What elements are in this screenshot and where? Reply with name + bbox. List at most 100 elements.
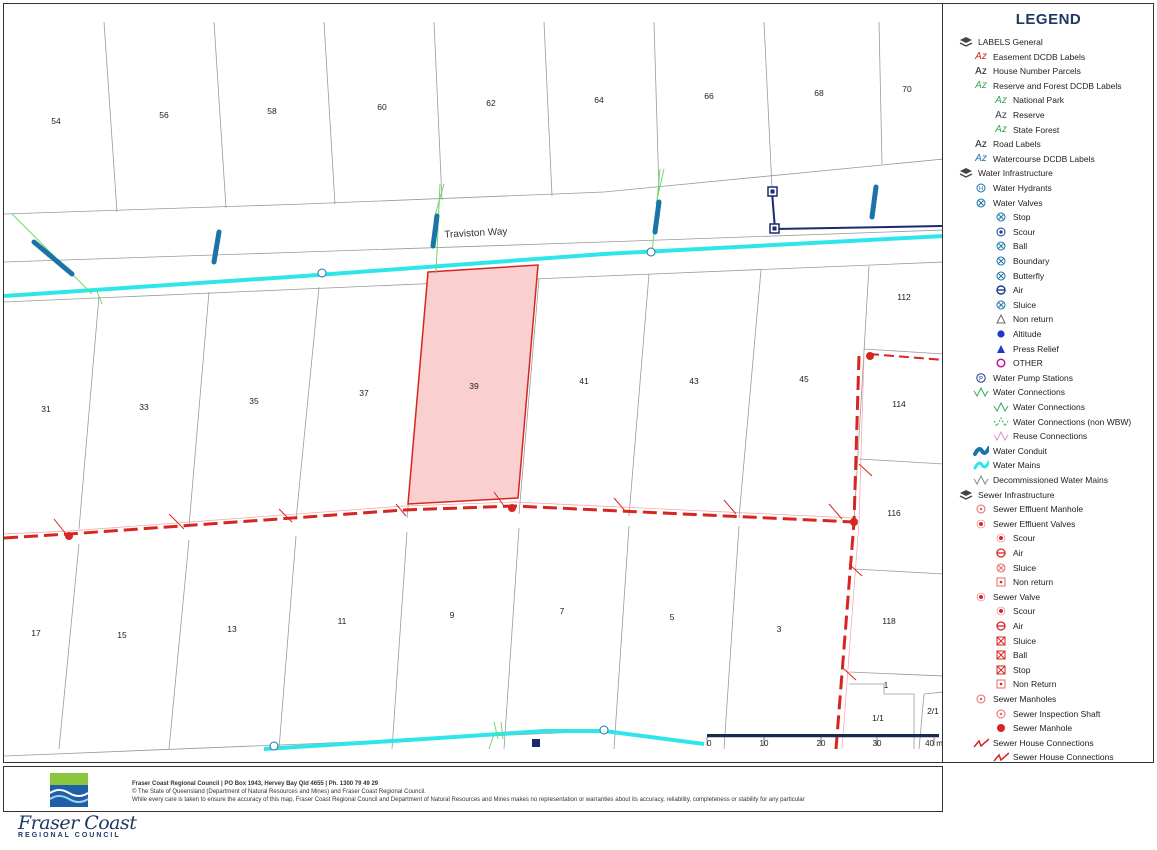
legend-item-label: Stop <box>1013 212 1031 223</box>
legend-item-label: Reserve <box>1013 110 1045 120</box>
legend-item: LABELS General <box>958 35 1043 49</box>
lot-number-64: 64 <box>594 95 604 105</box>
sewer-filled-icon <box>993 721 1009 735</box>
legend-item: Water Infrastructure <box>958 166 1053 180</box>
legend-item: Air <box>993 283 1023 297</box>
az-black-label-icon: Az <box>975 65 987 77</box>
lot-number-43: 43 <box>689 376 699 386</box>
legend-item: Sewer Inspection Shaft <box>993 707 1100 721</box>
legend-item-label: Water Mains <box>993 460 1041 471</box>
sewer-main-vertical <box>834 355 861 750</box>
legend-item-label: Water Connections <box>993 387 1065 398</box>
legend-item-label: Sluice <box>1013 562 1037 573</box>
scale-bar-label: 40 m <box>925 739 943 748</box>
lot-number-114: 114 <box>892 399 906 409</box>
sewer-manhole-icon <box>508 504 516 512</box>
sewer-boxx-icon <box>993 634 1009 648</box>
layer-icon <box>958 488 974 502</box>
parcel-boundary <box>58 543 80 750</box>
az-blue-label-icon: Az <box>975 153 987 165</box>
layer-icon <box>958 35 974 49</box>
sewer-main-vertical-edge <box>841 355 865 750</box>
water-connection <box>500 721 504 740</box>
scale-bar-label: 20 <box>817 739 826 748</box>
valve-icon <box>993 210 1009 224</box>
legend-item: Sewer Valve <box>973 590 1040 604</box>
legend-item-label: Air <box>1013 548 1024 558</box>
sewer-house-connection <box>843 668 857 681</box>
legend-item-label: Decommissioned Water Mains <box>993 475 1108 485</box>
parcel-boundary <box>188 291 210 527</box>
legend-item-label: Water Pump Stations <box>993 372 1073 383</box>
legend-item: Non return <box>993 312 1053 326</box>
legend-item: Scour <box>993 531 1035 545</box>
legend-title: LEGEND <box>1015 11 1082 28</box>
legend-item-label: Sewer Manholes <box>993 694 1057 704</box>
legend-item: Water Connections <box>993 400 1085 414</box>
decommissioned-icon <box>973 473 989 487</box>
legend-item: Sluice <box>993 561 1036 575</box>
legend-item: Az Easement DCDB Labels <box>973 50 1085 64</box>
scale-bar <box>707 734 939 737</box>
water-main-south <box>263 729 705 751</box>
parcel-boundary <box>543 21 553 197</box>
legend-item-label: Water Connections (non WBW) <box>1013 416 1132 427</box>
parcel-map[interactable]: Traviston Way5456 58 60 62 64 66 68 7031 3335373… <box>4 4 943 763</box>
pump-icon: P <box>973 371 989 385</box>
svg-text:P: P <box>979 376 983 382</box>
unit-number-2/1: 2/1 <box>927 706 939 716</box>
lot-number-3: 3 <box>777 624 782 634</box>
connection-green-icon <box>993 400 1009 414</box>
lot-number-45: 45 <box>799 374 809 384</box>
scale-bar-label: 0 <box>707 739 712 748</box>
legend-item: Altitude <box>993 327 1041 341</box>
lot-number-5: 5 <box>670 612 675 622</box>
legend-item-label: Reuse Connections <box>1013 431 1088 442</box>
parcel-boundary <box>858 458 942 465</box>
legend-item: Decommissioned Water Mains <box>973 473 1108 487</box>
sewer-air-icon <box>993 619 1009 633</box>
legend-item-label: OTHER <box>1013 358 1043 369</box>
legend-item-label: Easement DCDB Labels <box>993 51 1086 62</box>
road-boundary-north <box>4 158 942 215</box>
sewer-ring-icon <box>993 707 1009 721</box>
sewer-boxx-icon <box>993 648 1009 662</box>
parcel-boundary <box>168 539 190 750</box>
lot-number-118: 118 <box>882 616 896 626</box>
legend-item-label: Water Hydrants <box>993 183 1052 193</box>
legend-item-label: Water Connections <box>1013 402 1085 412</box>
parcel-boundary <box>103 21 118 213</box>
legend-item-label: Sewer Infrastructure <box>978 489 1055 500</box>
legend-item: P Water Pump Stations <box>973 371 1073 385</box>
air-icon <box>993 283 1009 297</box>
sewer-dot-icon <box>993 604 1009 618</box>
legend-item: Press Relief <box>993 342 1059 356</box>
sewer-ring-icon <box>973 502 989 516</box>
sewer-main-branch <box>868 353 942 361</box>
lot-number-15: 15 <box>117 630 127 640</box>
legend-item: Az Watercourse DCDB Labels <box>973 152 1095 166</box>
parcel-boundary <box>918 693 925 750</box>
lot-number-13: 13 <box>227 624 237 634</box>
footer-disclaimer-text: While every care is taken to ensure the … <box>132 797 805 803</box>
legend-item: Water Mains <box>973 458 1040 472</box>
legend-item-label: House Number Parcels <box>993 66 1081 77</box>
legend-item: H Water Hydrants <box>973 181 1052 195</box>
legend-item-label: Water Valves <box>993 197 1043 208</box>
footer-copyright: © The State of Queensland (Department of… <box>132 789 426 795</box>
map-panel[interactable]: Traviston Way 54 56 58 60 62 64 66 68 70 31 33 35 37 3… <box>3 3 943 763</box>
scale-bar-label: 30 <box>873 739 882 748</box>
mains-icon <box>973 458 989 472</box>
sewer-square-icon <box>993 575 1009 589</box>
water-conduit <box>652 199 662 235</box>
parcel-boundary <box>653 21 660 193</box>
unit-number-1: 1 <box>884 680 889 690</box>
road-label-traviston-way: Traviston Way <box>444 226 508 240</box>
pump-line <box>771 191 942 231</box>
legend-item: Sewer Effluent Manhole <box>973 502 1083 516</box>
legend-item: Sewer House Connections <box>973 736 1094 750</box>
svg-text:H: H <box>979 187 983 193</box>
az-green-label-icon: Az <box>995 94 1007 106</box>
footer-disclaimer: Fraser Coast Regional Council | PO Box 1… <box>132 780 805 804</box>
connection-green-icon <box>973 385 989 399</box>
